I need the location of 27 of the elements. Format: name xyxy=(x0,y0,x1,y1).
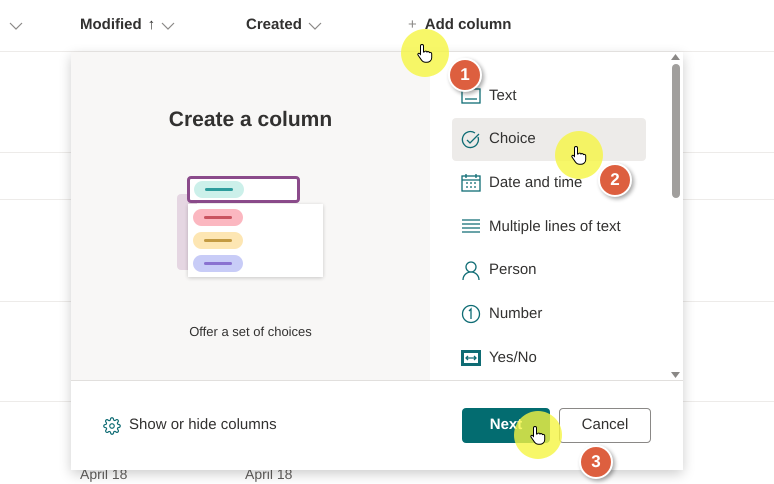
column-header[interactable]: Created xyxy=(246,14,302,37)
hand-cursor-icon xyxy=(571,145,587,165)
person-icon xyxy=(461,260,481,281)
settings-icon xyxy=(103,416,121,434)
number-icon xyxy=(461,304,481,324)
hand-cursor-icon xyxy=(530,425,546,445)
calendar-icon xyxy=(461,173,481,194)
column-type-option[interactable]: Person xyxy=(452,248,646,293)
column-header[interactable]: Modified xyxy=(80,14,142,37)
chevron-down-icon[interactable] xyxy=(161,22,176,30)
column-type-option[interactable]: Yes/No xyxy=(452,336,646,380)
sort-arrow: ↑ xyxy=(148,15,156,36)
check-circle-icon xyxy=(461,130,481,150)
show-hide-columns-link[interactable]: Show or hide columns xyxy=(103,414,277,437)
scroll-up-icon[interactable] xyxy=(671,54,680,60)
chevron-down-icon[interactable] xyxy=(9,22,23,30)
scroll-thumb[interactable] xyxy=(672,64,680,198)
cancel-button[interactable]: Cancel xyxy=(559,408,651,443)
add-column-button[interactable]: + Add column xyxy=(408,14,512,37)
hand-cursor-icon xyxy=(417,43,433,63)
column-description: Offer a set of choices xyxy=(189,322,312,340)
scroll-down-icon[interactable] xyxy=(671,372,680,378)
panel-title: Create a column xyxy=(168,107,332,133)
toggle-arrows-icon xyxy=(461,350,481,366)
column-type-option[interactable]: Multiple lines of text xyxy=(452,205,646,249)
column-type-option[interactable]: Number xyxy=(452,292,646,336)
chevron-down-icon[interactable] xyxy=(308,22,322,30)
